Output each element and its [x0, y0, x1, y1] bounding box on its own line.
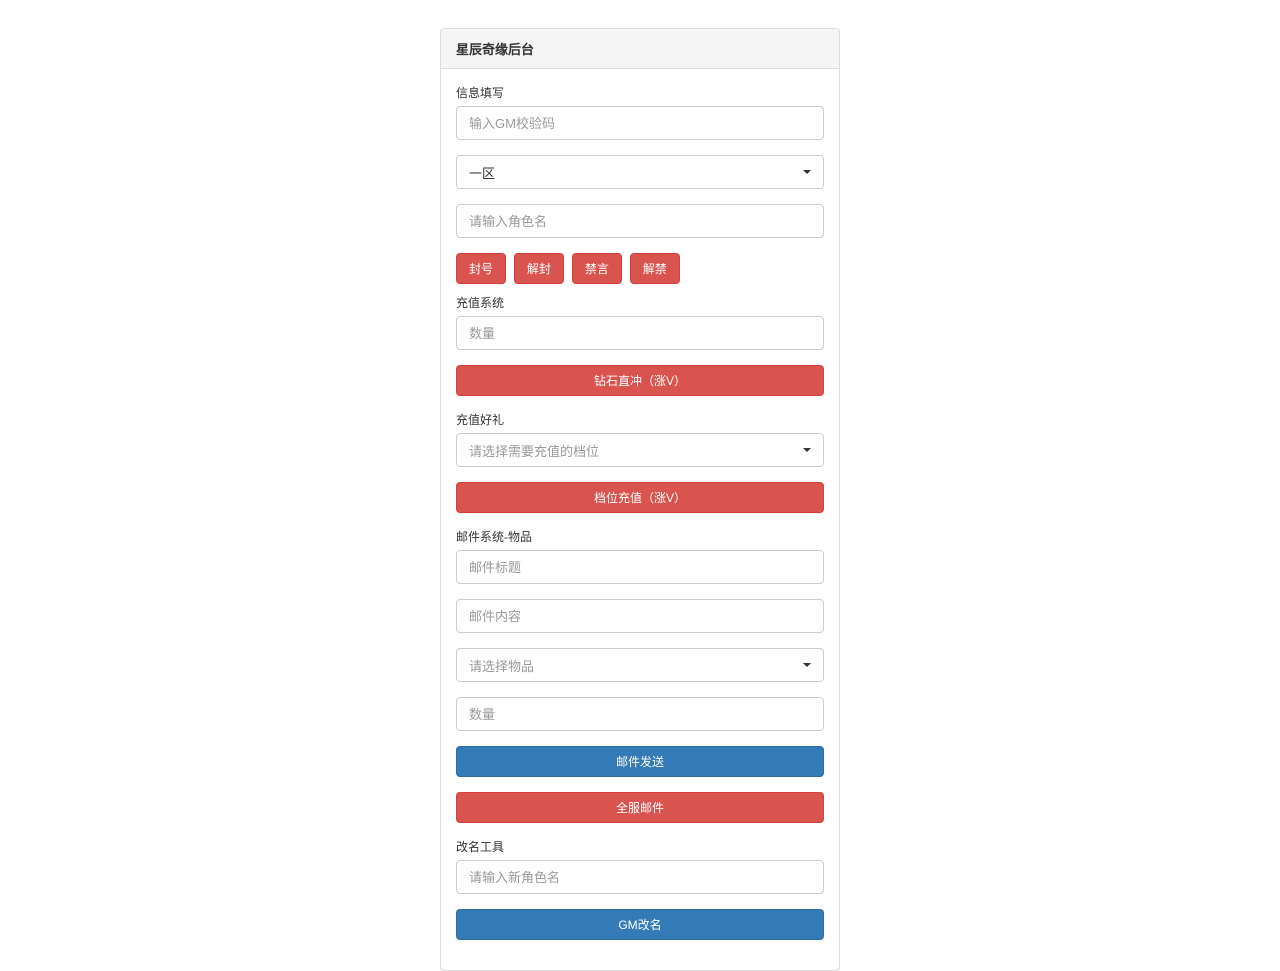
mail-section-label: 邮件系统-物品 — [456, 528, 824, 545]
mail-content-input[interactable] — [456, 599, 824, 633]
unban-button[interactable]: 解封 — [514, 253, 564, 284]
tier-recharge-button[interactable]: 档位充值（涨V） — [456, 482, 824, 513]
rename-section-label: 改名工具 — [456, 838, 824, 855]
chevron-down-icon — [803, 448, 811, 452]
gm-rename-button[interactable]: GM改名 — [456, 909, 824, 940]
mail-send-button[interactable]: 邮件发送 — [456, 746, 824, 777]
chevron-down-icon — [803, 170, 811, 174]
diamond-recharge-button[interactable]: 钻石直冲（涨V） — [456, 365, 824, 396]
recharge-qty-input[interactable] — [456, 316, 824, 350]
chevron-down-icon — [803, 663, 811, 667]
new-name-input[interactable] — [456, 860, 824, 894]
mail-item-select-value: 请选择物品 — [469, 659, 534, 674]
recharge-section-label: 充值系统 — [456, 294, 824, 311]
gift-tier-select-value: 请选择需要充值的档位 — [469, 444, 599, 459]
gm-code-input[interactable] — [456, 106, 824, 140]
mute-button[interactable]: 禁言 — [572, 253, 622, 284]
mail-item-select[interactable]: 请选择物品 — [456, 648, 824, 682]
info-section-label: 信息填写 — [456, 84, 824, 101]
gift-tier-select[interactable]: 请选择需要充值的档位 — [456, 433, 824, 467]
gift-section-label: 充值好礼 — [456, 411, 824, 428]
mail-qty-input[interactable] — [456, 697, 824, 731]
role-name-input[interactable] — [456, 204, 824, 238]
mail-broadcast-button[interactable]: 全服邮件 — [456, 792, 824, 823]
unmute-button[interactable]: 解禁 — [630, 253, 680, 284]
panel-title: 星辰奇缘后台 — [441, 29, 839, 69]
mail-title-input[interactable] — [456, 550, 824, 584]
panel-body: 信息填写 一区 封号 解封 禁言 解禁 充值系统 钻石直冲（涨V） — [441, 69, 839, 970]
admin-panel: 星辰奇缘后台 信息填写 一区 封号 解封 禁言 解禁 充值系统 — [440, 28, 840, 971]
server-select[interactable]: 一区 — [456, 155, 824, 189]
ban-button[interactable]: 封号 — [456, 253, 506, 284]
server-select-value: 一区 — [469, 166, 495, 181]
